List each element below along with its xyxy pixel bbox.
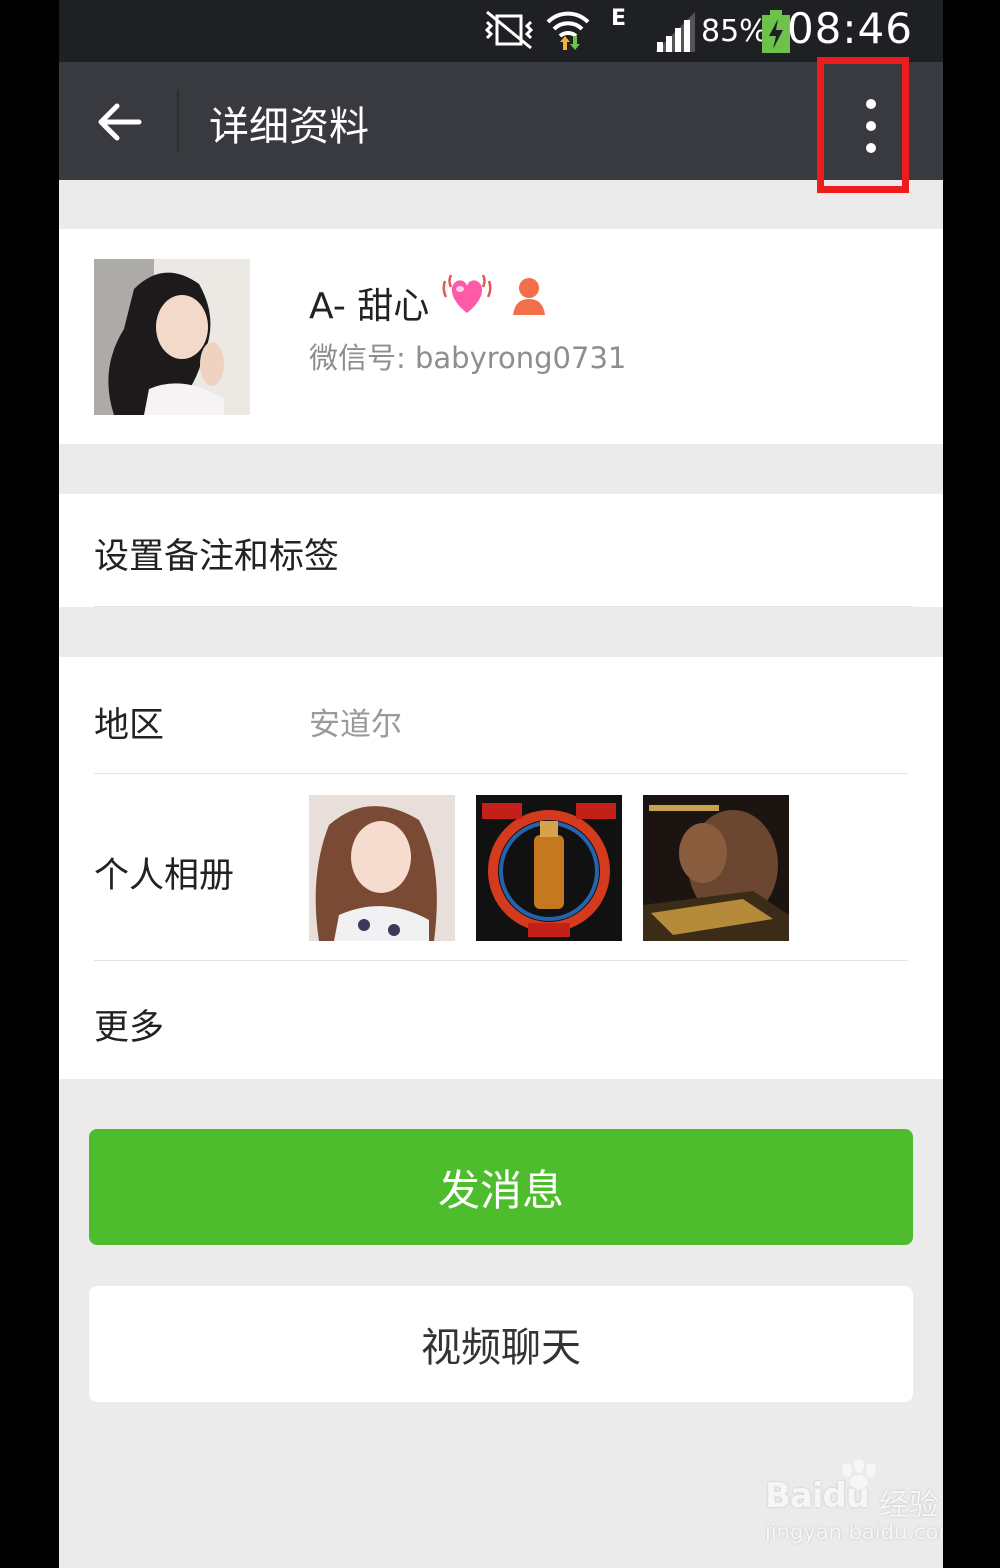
avatar-photo [94, 259, 250, 415]
info-section: 地区 安道尔 个人相册 更多 [59, 657, 943, 1079]
album-label: 个人相册 [94, 856, 235, 896]
set-remark-row[interactable]: 设置备注和标签 [59, 494, 943, 607]
watermark: Baidu 经验 jingyan.baidu.com [765, 1460, 943, 1552]
female-gender-icon [513, 278, 545, 315]
more-button-highlight [817, 57, 909, 193]
region-value: 安道尔 [309, 707, 402, 743]
clock: 08:46 [786, 4, 913, 53]
divider [94, 960, 908, 961]
video-chat-button[interactable]: 视频聊天 [89, 1286, 913, 1402]
back-arrow-icon[interactable] [95, 98, 143, 146]
avatar[interactable] [94, 259, 250, 415]
set-remark-label: 设置备注和标签 [94, 537, 340, 577]
more-label: 更多 [94, 1008, 165, 1048]
network-type-label: E [611, 6, 627, 31]
toolbar: 详细资料 [59, 62, 943, 180]
profile-card: A- 甜心 微信号: babyrong0731 [59, 229, 943, 444]
toolbar-divider [177, 90, 179, 152]
send-message-button[interactable]: 发消息 [89, 1129, 913, 1245]
region-label: 地区 [94, 706, 165, 746]
status-bar: E 85% 08:46 [59, 0, 943, 62]
signal-icon [655, 12, 695, 52]
vibrate-mute-icon [484, 10, 534, 50]
divider [94, 606, 913, 607]
nickname: A- 甜心 [309, 286, 430, 327]
wifi-icon [546, 11, 590, 50]
album-thumbnail[interactable] [476, 795, 622, 941]
paw-icon [842, 1460, 876, 1489]
album-thumbnail[interactable] [309, 795, 455, 941]
watermark-url: jingyan.baidu.com [765, 1520, 943, 1544]
watermark-cn: 经验 [879, 1488, 939, 1523]
album-photo-2 [476, 795, 622, 941]
battery-percent: 85% [701, 14, 768, 49]
album-photo-3 [643, 795, 789, 941]
wechat-id: 微信号: babyrong0731 [309, 341, 627, 375]
divider [94, 773, 908, 774]
page-title: 详细资料 [209, 104, 369, 150]
album-photo-1 [309, 795, 455, 941]
phone-screen: E 85% 08:46 详细资料 A- 甜心 微信号: babyrong0731… [59, 0, 943, 1568]
vibrating-heart-icon [442, 274, 492, 313]
album-thumbnail[interactable] [643, 795, 789, 941]
